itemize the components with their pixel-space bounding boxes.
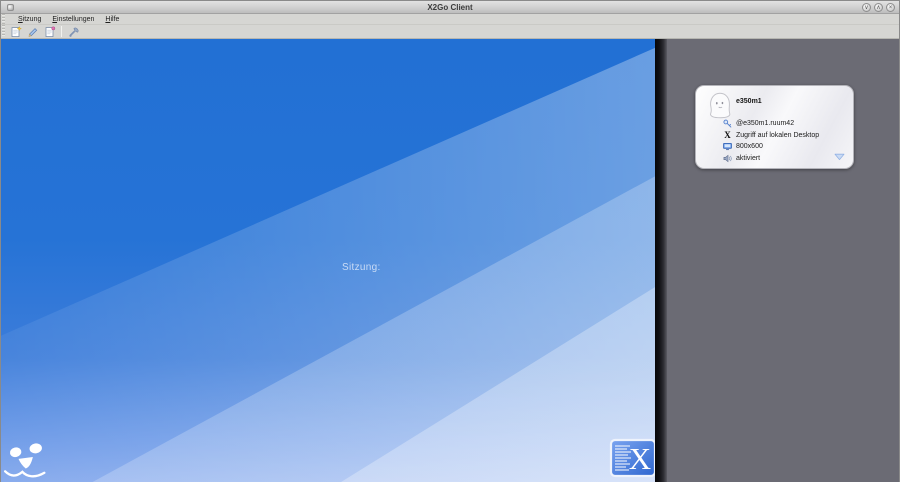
x2go-client-window: X2Go Client ∨ ∧ × Sitzung Einstellungen … bbox=[0, 0, 900, 482]
session-resolution: 800x600 bbox=[736, 143, 763, 150]
session-details: @e350m1.ruum42 X Zugriff auf lokalen Des… bbox=[723, 119, 819, 163]
main-area: Sitzung: bbox=[1, 39, 899, 482]
toolbar-grip[interactable] bbox=[2, 25, 5, 36]
session-label: Sitzung: bbox=[342, 262, 381, 273]
edit-session-icon bbox=[27, 26, 39, 38]
display-icon bbox=[723, 142, 732, 151]
edit-session-button[interactable] bbox=[24, 25, 41, 38]
chevron-down-icon[interactable] bbox=[834, 153, 845, 161]
session-host-row: @e350m1.ruum42 bbox=[723, 119, 819, 128]
x-server-icon: X bbox=[723, 131, 732, 140]
pane-divider[interactable] bbox=[655, 39, 667, 482]
session-list-panel: e350m1 @e350m1.ruum42 X bbox=[667, 39, 899, 482]
session-resolution-row: 800x600 bbox=[723, 142, 819, 151]
session-type: Zugriff auf lokalen Desktop bbox=[736, 132, 819, 139]
menu-einstellungen[interactable]: Einstellungen bbox=[52, 14, 94, 25]
maximize-button[interactable]: ∧ bbox=[874, 3, 883, 12]
toolbar-separator bbox=[61, 26, 62, 37]
new-session-button[interactable] bbox=[7, 25, 24, 38]
close-button[interactable]: × bbox=[886, 3, 895, 12]
toolbar bbox=[1, 25, 899, 39]
session-canvas: Sitzung: bbox=[1, 39, 655, 482]
menu-hilfe[interactable]: Hilfe bbox=[105, 14, 119, 25]
window-title: X2Go Client bbox=[1, 1, 899, 14]
window-controls: ∨ ∧ × bbox=[862, 3, 895, 12]
session-management-icon bbox=[44, 26, 56, 38]
menubar: Sitzung Einstellungen Hilfe bbox=[1, 14, 899, 25]
sound-icon bbox=[723, 154, 732, 163]
session-name: e350m1 bbox=[736, 98, 762, 105]
session-sound-row: aktiviert bbox=[723, 154, 819, 163]
titlebar: X2Go Client ∨ ∧ × bbox=[1, 1, 899, 14]
session-card[interactable]: e350m1 @e350m1.ruum42 X bbox=[695, 85, 854, 169]
session-management-button[interactable] bbox=[41, 25, 58, 38]
settings-button[interactable] bbox=[65, 25, 82, 38]
new-session-icon bbox=[10, 26, 22, 38]
session-mascot-icon bbox=[704, 91, 736, 120]
minimize-button[interactable]: ∨ bbox=[862, 3, 871, 12]
xorg-logo-icon: X bbox=[609, 438, 655, 478]
svg-text:X: X bbox=[629, 441, 651, 476]
key-icon bbox=[723, 119, 732, 128]
mascot-face-icon bbox=[3, 435, 57, 479]
session-type-row: X Zugriff auf lokalen Desktop bbox=[723, 131, 819, 140]
menu-sitzung[interactable]: Sitzung bbox=[18, 14, 41, 25]
session-host: @e350m1.ruum42 bbox=[736, 120, 794, 127]
menubar-grip[interactable] bbox=[2, 14, 5, 24]
settings-wrench-icon bbox=[68, 26, 80, 38]
session-sound-status: aktiviert bbox=[736, 155, 760, 162]
